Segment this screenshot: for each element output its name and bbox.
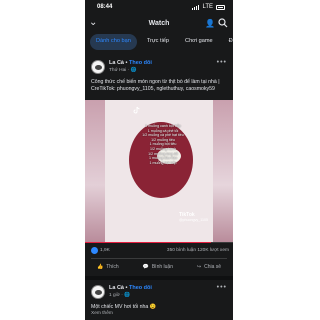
signal-icon — [192, 4, 200, 10]
tab-for-you[interactable]: Dành cho bạn — [90, 34, 137, 50]
divider — [91, 258, 227, 259]
see-more-link[interactable]: Xem thêm — [91, 311, 113, 316]
follow-button[interactable]: Theo dõi — [129, 60, 152, 66]
tab-live[interactable]: Trực tiếp — [141, 34, 175, 50]
like-icon: 👍 — [96, 264, 104, 270]
post-caption: Một chiếc MV hơi tối nha 😉 — [91, 304, 157, 310]
status-bar: 08:44 LTE — [85, 0, 233, 14]
video-progress-bar[interactable] — [85, 242, 233, 243]
avatar[interactable] — [91, 60, 105, 74]
post-time: Thứ Hai · 🌐 — [109, 68, 137, 73]
more-icon[interactable]: ••• — [217, 59, 227, 66]
follow-button[interactable]: Theo dõi — [129, 285, 152, 291]
comments-views[interactable]: 350 bình luận 120K lượt xem — [167, 248, 229, 253]
author-name[interactable]: La Cà — [109, 60, 124, 66]
person-icon[interactable]: 👤 — [205, 19, 215, 28]
comment-icon: 💬 — [142, 264, 149, 270]
author-name[interactable]: La Cà — [109, 285, 124, 291]
comment-button[interactable]: 💬 Bình luận — [143, 264, 173, 270]
post-author: La Cà • Theo dõi — [109, 60, 152, 66]
like-reaction-icon — [91, 247, 98, 254]
network-label: LTE — [202, 4, 213, 10]
globe-icon: · 🌐 — [121, 293, 131, 298]
tab-gaming[interactable]: Chơi game — [179, 34, 219, 50]
share-button[interactable]: ↪ Chia sẻ — [197, 264, 221, 270]
battery-icon — [216, 4, 225, 10]
avatar[interactable] — [91, 285, 105, 299]
video-blur-right — [213, 100, 233, 242]
tiktok-watermark: TikTok @phuongvy_1105 — [179, 212, 208, 222]
post-caption: Công thức chế biến món ngon từ thịt bò đ… — [91, 79, 220, 92]
status-time: 08:44 — [97, 4, 113, 10]
video-progress-fill — [85, 242, 211, 243]
watch-tabs: Dành cho bạn Trực tiếp Chơi game Đang th — [90, 34, 233, 50]
facebook-watch-screen: 08:44 LTE ⌄ Watch 👤 Dành cho bạn Trực ti… — [85, 0, 233, 320]
video-player[interactable]: 1 muỗng canh bột bắp 1 muỗng cà phê tỏi … — [85, 100, 233, 242]
post-stats: 1,9K 350 bình luận 120K lượt xem — [91, 247, 229, 255]
tiktok-handle: @phuongvy_1105 — [179, 218, 208, 222]
post-time: 1 giờ · 🌐 — [109, 293, 131, 298]
like-count[interactable]: 1,9K — [100, 248, 110, 253]
video-blur-left — [85, 100, 105, 242]
globe-icon: · 🌐 — [127, 68, 137, 73]
post-actions: 👍 Thích 💬 Bình luận ↪ Chia sẻ — [85, 261, 233, 273]
video-overlay-text: 1 muỗng canh bột bắp 1 muỗng cà phê tỏi … — [142, 124, 184, 165]
watch-header: ⌄ Watch 👤 — [85, 14, 233, 34]
tab-following[interactable]: Đang th — [223, 34, 233, 50]
tiktok-icon — [133, 106, 140, 114]
like-button[interactable]: 👍 Thích — [97, 264, 119, 270]
post-author: La Cà • Theo dõi — [109, 285, 152, 291]
video-frame: 1 muỗng canh bột bắp 1 muỗng cà phê tỏi … — [105, 100, 213, 242]
share-icon: ↪ — [196, 264, 202, 270]
status-right: LTE — [192, 4, 225, 10]
more-icon[interactable]: ••• — [217, 284, 227, 291]
post-separator — [85, 276, 233, 280]
search-icon[interactable] — [218, 18, 228, 28]
